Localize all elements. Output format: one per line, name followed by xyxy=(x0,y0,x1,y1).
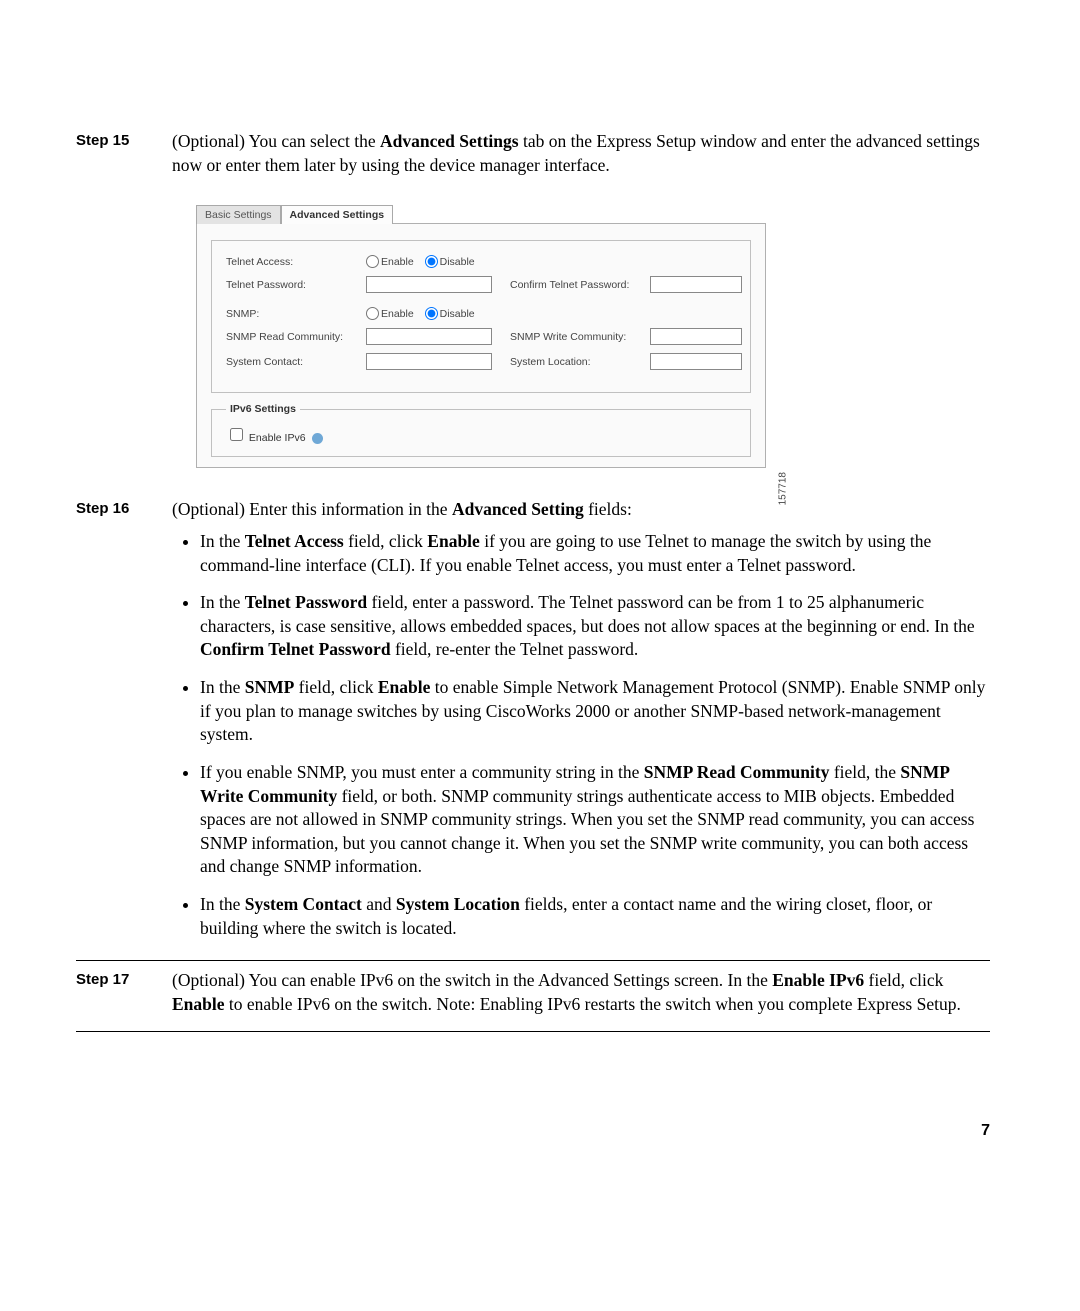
step-16-label: Step 16 xyxy=(76,498,172,517)
advanced-settings-panel: Telnet Access: Enable Disable Telnet Pas… xyxy=(196,223,766,468)
settings-group-box: Telnet Access: Enable Disable Telnet Pas… xyxy=(211,240,751,393)
advanced-settings-figure: Basic Settings Advanced Settings Telnet … xyxy=(196,205,766,468)
bullet-telnet-password: In the Telnet Password field, enter a pa… xyxy=(200,591,990,662)
telnet-disable-option[interactable]: Disable xyxy=(425,256,475,268)
snmp-read-input[interactable] xyxy=(366,328,492,345)
tab-strip: Basic Settings Advanced Settings xyxy=(196,205,766,224)
step-16-body: (Optional) Enter this information in the… xyxy=(172,498,990,954)
telnet-enable-option[interactable]: Enable xyxy=(366,256,414,268)
enable-ipv6-option[interactable]: Enable IPv6 xyxy=(226,432,323,444)
step-divider xyxy=(76,960,990,961)
system-contact-label: System Contact: xyxy=(226,356,366,368)
system-location-label: System Location: xyxy=(506,356,650,368)
step-15-row: Step 15 (Optional) You can select the Ad… xyxy=(76,130,990,185)
system-location-input[interactable] xyxy=(650,353,742,370)
snmp-label: SNMP: xyxy=(226,308,366,320)
snmp-enable-option[interactable]: Enable xyxy=(366,308,414,320)
step-17-label: Step 17 xyxy=(76,969,172,988)
step-16-row: Step 16 (Optional) Enter this informatio… xyxy=(76,498,990,954)
telnet-enable-radio[interactable] xyxy=(366,255,379,268)
ipv6-settings-fieldset: IPv6 Settings Enable IPv6 xyxy=(211,403,751,457)
telnet-access-radios: Enable Disable xyxy=(366,255,506,268)
system-contact-input[interactable] xyxy=(366,353,492,370)
bullet-snmp: In the SNMP field, click Enable to enabl… xyxy=(200,676,990,747)
step15-text-a: (Optional) You can select the xyxy=(172,131,380,151)
page-number: 7 xyxy=(76,1122,990,1140)
step-15-label: Step 15 xyxy=(76,130,172,149)
step-15-body: (Optional) You can select the Advanced S… xyxy=(172,130,990,185)
tab-basic-settings[interactable]: Basic Settings xyxy=(196,205,281,224)
snmp-enable-radio[interactable] xyxy=(366,307,379,320)
confirm-telnet-password-label: Confirm Telnet Password: xyxy=(506,279,650,291)
help-icon[interactable] xyxy=(312,433,323,444)
step16-text-a: (Optional) Enter this information in the xyxy=(172,499,452,519)
bullet-system-contact: In the System Contact and System Locatio… xyxy=(200,893,990,940)
step15-bold: Advanced Settings xyxy=(380,131,519,151)
snmp-disable-option[interactable]: Disable xyxy=(425,308,475,320)
step-divider-2 xyxy=(76,1031,990,1032)
enable-ipv6-checkbox[interactable] xyxy=(230,428,243,441)
step16-text-b: fields: xyxy=(584,499,632,519)
figure-id: 157718 xyxy=(777,472,788,505)
ipv6-legend: IPv6 Settings xyxy=(226,403,300,415)
telnet-password-label: Telnet Password: xyxy=(226,279,366,291)
confirm-telnet-password-input[interactable] xyxy=(650,276,742,293)
snmp-write-label: SNMP Write Community: xyxy=(506,331,650,343)
snmp-disable-radio[interactable] xyxy=(425,307,438,320)
snmp-read-label: SNMP Read Community: xyxy=(226,331,366,343)
step-16-bullets: In the Telnet Access field, click Enable… xyxy=(172,530,990,940)
step16-bold: Advanced Setting xyxy=(452,499,584,519)
step-17-row: Step 17 (Optional) You can enable IPv6 o… xyxy=(76,969,990,1024)
snmp-radios: Enable Disable xyxy=(366,307,506,320)
step-17-body: (Optional) You can enable IPv6 on the sw… xyxy=(172,969,990,1024)
telnet-access-label: Telnet Access: xyxy=(226,256,366,268)
bullet-snmp-community: If you enable SNMP, you must enter a com… xyxy=(200,761,990,879)
telnet-password-input[interactable] xyxy=(366,276,492,293)
telnet-disable-radio[interactable] xyxy=(425,255,438,268)
tab-advanced-settings[interactable]: Advanced Settings xyxy=(281,205,394,224)
enable-ipv6-label: Enable IPv6 xyxy=(249,432,306,444)
bullet-telnet-access: In the Telnet Access field, click Enable… xyxy=(200,530,990,577)
snmp-write-input[interactable] xyxy=(650,328,742,345)
